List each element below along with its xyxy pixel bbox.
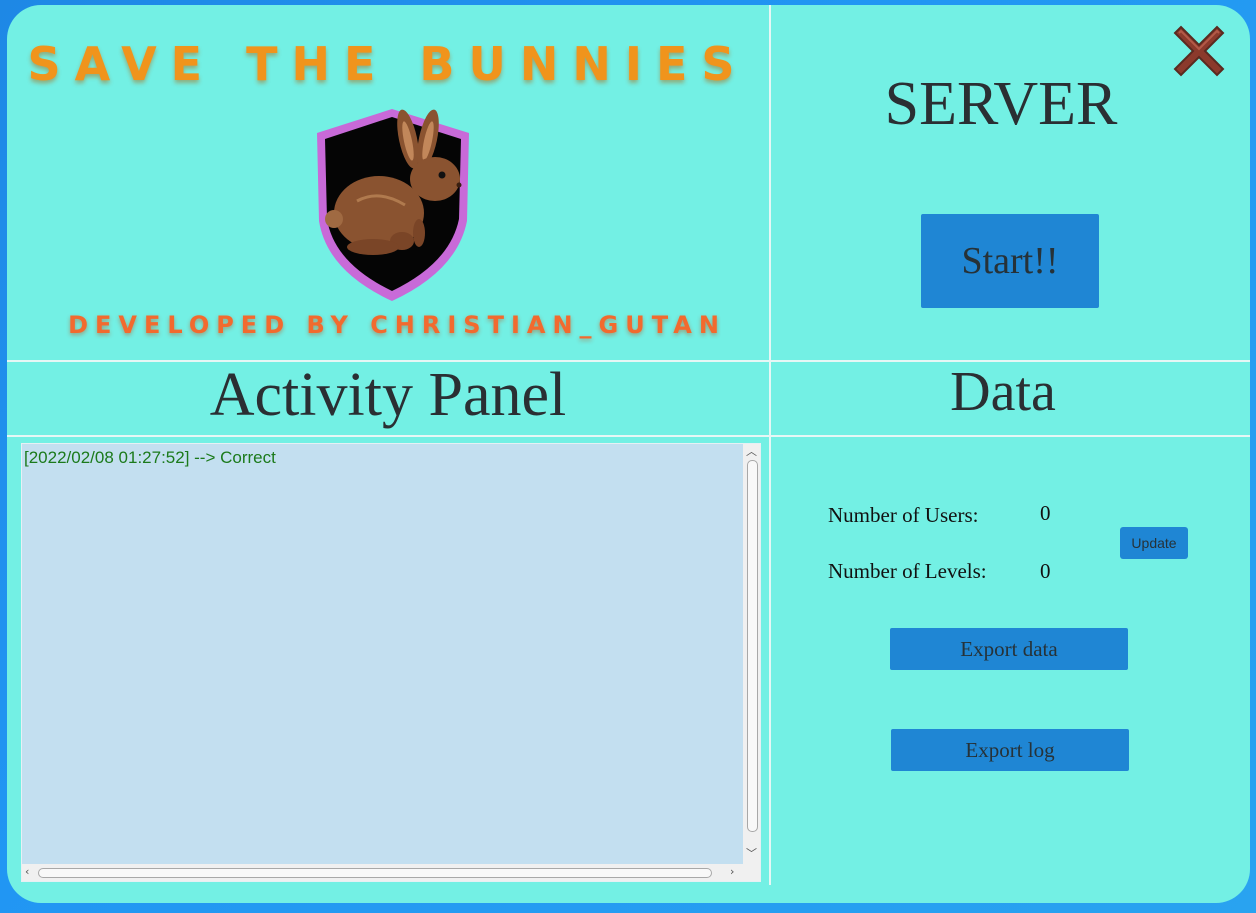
close-button[interactable]	[1167, 19, 1231, 83]
vertical-scrollbar[interactable]: ︿ ﹀	[743, 444, 760, 864]
developer-banner: DEVELOPED BY CHRISTIAN_GUTAN	[68, 311, 726, 339]
levels-value: 0	[1040, 559, 1051, 583]
main-window: SAVE THE BUNNIES DEVELOPED BY CHRISTIAN_…	[7, 5, 1250, 903]
scroll-down-icon[interactable]: ﹀	[746, 848, 757, 860]
horizontal-scrollbar[interactable]: ‹ ›	[22, 864, 743, 881]
log-entry: [2022/02/08 01:27:52] --> Correct	[24, 448, 276, 467]
divider-horizontal-middle	[7, 435, 1250, 437]
activity-log[interactable]: [2022/02/08 01:27:52] --> Correct ︿ ﹀ ‹ …	[21, 443, 761, 882]
levels-label: Number of Levels:	[828, 559, 987, 583]
close-icon	[1173, 25, 1225, 77]
users-value: 0	[1040, 501, 1051, 525]
vertical-scroll-thumb[interactable]	[747, 460, 758, 832]
activity-panel-title: Activity Panel	[209, 361, 567, 429]
server-title: SERVER	[884, 70, 1118, 138]
export-log-button[interactable]: Export log	[891, 729, 1129, 771]
scrollbar-corner	[743, 864, 760, 881]
update-button[interactable]: Update	[1120, 527, 1188, 559]
scroll-right-icon[interactable]: ›	[730, 866, 734, 878]
users-label: Number of Users:	[828, 503, 979, 527]
bunny-shield-logo	[317, 109, 469, 301]
scroll-up-icon[interactable]: ︿	[746, 446, 757, 458]
start-server-button[interactable]: Start!!	[921, 214, 1099, 308]
scroll-left-icon[interactable]: ‹	[25, 866, 29, 878]
game-title-banner: SAVE THE BUNNIES	[27, 37, 749, 91]
horizontal-scroll-thumb[interactable]	[38, 868, 712, 878]
data-title: Data	[950, 361, 1056, 423]
export-data-button[interactable]: Export data	[890, 628, 1128, 670]
